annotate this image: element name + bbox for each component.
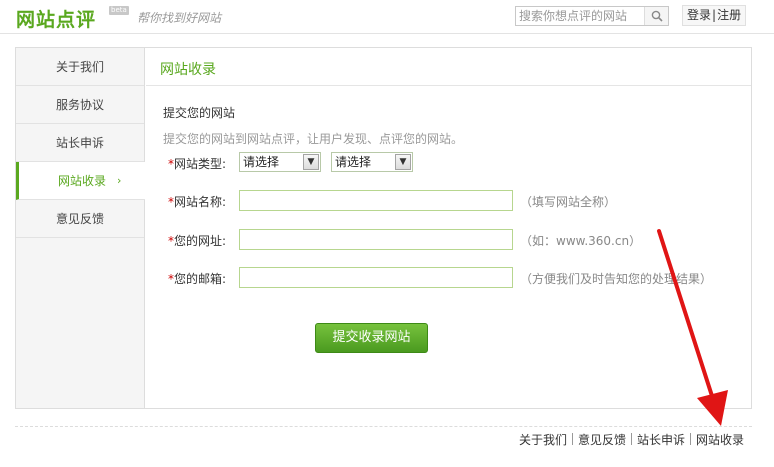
- site-url-input[interactable]: [239, 229, 513, 250]
- sidebar-item-label: 意见反馈: [55, 212, 104, 226]
- sidebar-item-appeal[interactable]: 站长申诉: [16, 124, 144, 162]
- site-type-select-2[interactable]: 请选择 ▼: [331, 152, 413, 172]
- beta-badge: beta: [109, 6, 129, 15]
- site-name-hint: （填写网站全称）: [520, 195, 617, 209]
- sidebar-item-submit-site[interactable]: 网站收录 ›: [16, 162, 145, 200]
- site-name-label-wrap: *网站名称:: [168, 193, 226, 210]
- select-value: 请选择: [243, 155, 280, 169]
- sidebar: 关于我们 服务协议 站长申诉 网站收录 › 意见反馈: [16, 48, 145, 408]
- content-header: 网站收录: [146, 48, 751, 86]
- site-url-label: 您的网址:: [174, 234, 227, 248]
- email-hint: （方便我们及时告知您的处理结果）: [520, 272, 713, 286]
- chevron-down-icon: ▼: [303, 154, 319, 170]
- footer-link-appeal[interactable]: 站长申诉: [637, 433, 685, 447]
- select-value: 请选择: [335, 155, 372, 169]
- form-subtitle: 提交您的网站: [163, 106, 236, 120]
- site-name-input[interactable]: [239, 190, 513, 211]
- auth-separator: |: [712, 8, 717, 22]
- search-icon: [651, 10, 663, 22]
- login-link[interactable]: 登录: [687, 8, 711, 22]
- email-label: 您的邮箱:: [174, 272, 227, 286]
- page-title: 网站收录: [160, 62, 216, 78]
- header: 网站点评 beta 帮你找到好网站 登录|注册: [0, 0, 774, 34]
- footer-link-feedback[interactable]: 意见反馈: [578, 433, 626, 447]
- footer-separator: [689, 433, 691, 445]
- footer-link-about[interactable]: 关于我们: [519, 433, 567, 447]
- sidebar-item-label: 服务协议: [55, 98, 104, 112]
- main-panel: 关于我们 服务协议 站长申诉 网站收录 › 意见反馈 网站收录 提交您的网站 提交…: [15, 47, 752, 409]
- site-url-hint: （如：www.360.cn）: [520, 234, 642, 248]
- sidebar-item-about[interactable]: 关于我们: [16, 48, 144, 86]
- auth-links: 登录|注册: [682, 5, 747, 26]
- submit-site-button[interactable]: 提交收录网站: [315, 323, 428, 353]
- form-description: 提交您的网站到网站点评，让用户发现、点评您的网站。: [163, 132, 464, 146]
- site-type-label-wrap: *网站类型:: [168, 155, 226, 172]
- footer-links: 关于我们 意见反馈 站长申诉 网站收录: [519, 431, 744, 448]
- search-button[interactable]: [644, 7, 668, 25]
- sidebar-item-agreement[interactable]: 服务协议: [16, 86, 144, 124]
- register-link[interactable]: 注册: [717, 8, 741, 22]
- site-slogan: 帮你找到好网站: [137, 11, 222, 25]
- site-type-row: *网站类型: 请选择 ▼ 请选择 ▼: [168, 152, 468, 174]
- site-type-label: 网站类型:: [174, 157, 227, 171]
- sidebar-item-feedback[interactable]: 意见反馈: [16, 200, 144, 238]
- content-area: 网站收录 提交您的网站 提交您的网站到网站点评，让用户发现、点评您的网站。 *网…: [146, 48, 751, 408]
- sidebar-item-label: 关于我们: [55, 60, 104, 74]
- email-label-wrap: *您的邮箱:: [168, 270, 226, 287]
- chevron-right-icon: ›: [117, 174, 122, 187]
- email-row: *您的邮箱: （方便我们及时告知您的处理结果）: [168, 267, 758, 289]
- site-url-row: *您的网址: （如：www.360.cn）: [168, 229, 748, 251]
- site-logo[interactable]: 网站点评: [16, 5, 96, 32]
- footer-divider: [15, 426, 752, 427]
- sidebar-item-label: 站长申诉: [55, 136, 104, 150]
- site-type-select-1[interactable]: 请选择 ▼: [239, 152, 321, 172]
- search-box: [515, 6, 669, 26]
- footer-separator: [571, 433, 573, 445]
- footer-separator: [630, 433, 632, 445]
- chevron-down-icon: ▼: [395, 154, 411, 170]
- sidebar-item-label: 网站收录: [57, 174, 106, 188]
- search-input[interactable]: [516, 7, 644, 25]
- footer-link-submit-site[interactable]: 网站收录: [696, 433, 744, 447]
- email-input[interactable]: [239, 267, 513, 288]
- site-name-label: 网站名称:: [174, 195, 227, 209]
- site-name-row: *网站名称: （填写网站全称）: [168, 190, 748, 212]
- site-url-label-wrap: *您的网址:: [168, 232, 226, 249]
